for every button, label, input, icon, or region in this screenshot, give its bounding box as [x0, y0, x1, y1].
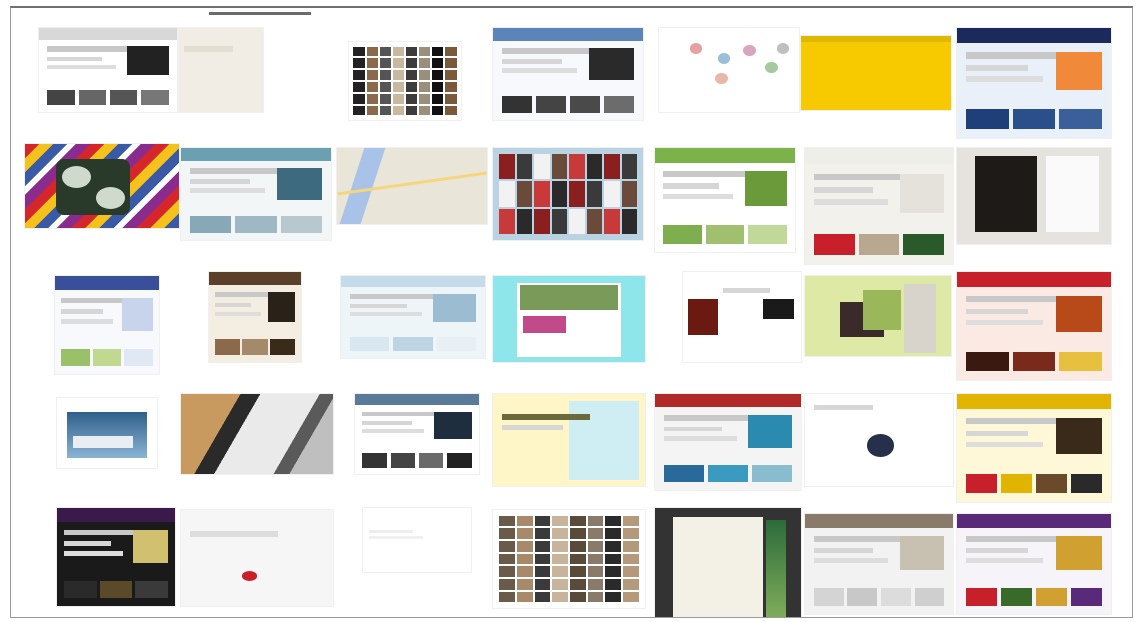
thumbnail-r4c2[interactable] [181, 394, 333, 474]
thumbnail-r5c5[interactable] [655, 508, 801, 617]
thumbnail-r4c3[interactable] [355, 394, 479, 474]
thumbnail-r3c7[interactable] [957, 272, 1111, 380]
thumbnail-r1c7[interactable] [957, 28, 1111, 138]
thumbnail-r4c5[interactable] [655, 394, 801, 490]
thumbnail-r4c6[interactable] [805, 394, 953, 486]
thumbnail-r2c5[interactable] [655, 148, 795, 252]
thumbnail-r1c4[interactable] [493, 28, 643, 120]
thumbnail-r2c1[interactable] [25, 144, 179, 228]
thumbnail-r4c7[interactable] [957, 394, 1111, 502]
thumbnail-r3c1[interactable] [55, 276, 159, 374]
thumbnail-r1c2[interactable] [179, 28, 263, 112]
thumbnail-r5c6[interactable] [805, 514, 953, 614]
thumbnail-r3c5[interactable] [683, 272, 801, 362]
thumbnail-r2c7[interactable] [957, 148, 1111, 244]
thumbnail-r4c4[interactable] [493, 394, 645, 486]
thumbnail-r3c4[interactable] [493, 276, 645, 362]
thumbnail-r1c3[interactable] [349, 42, 461, 120]
thumbnail-r4c1[interactable] [57, 398, 157, 468]
thumbnail-r3c2[interactable] [209, 272, 301, 362]
thumbnail-r5c1[interactable] [57, 508, 175, 606]
thumbnail-r1c6[interactable] [801, 36, 951, 110]
thumbnail-r1c5[interactable] [659, 28, 799, 112]
thumbnail-r3c3[interactable] [341, 276, 485, 358]
thumbnail-r2c6[interactable] [805, 148, 953, 264]
thumbnail-r2c2[interactable] [181, 148, 331, 240]
thumbnail-r5c2[interactable] [181, 510, 333, 606]
thumbnail-r5c4[interactable] [493, 510, 645, 608]
thumbnail-r5c3[interactable] [363, 508, 471, 572]
thumbnail-r3c6[interactable] [805, 276, 951, 356]
thumbnail-r5c7[interactable] [957, 514, 1111, 614]
thumbnail-grid-frame [10, 6, 1133, 618]
thumbnail-grid [11, 8, 1132, 617]
thumbnail-r2c3[interactable] [337, 148, 487, 224]
thumbnail-r2c4[interactable] [493, 148, 643, 240]
thumbnail-r1c1[interactable] [39, 28, 177, 112]
